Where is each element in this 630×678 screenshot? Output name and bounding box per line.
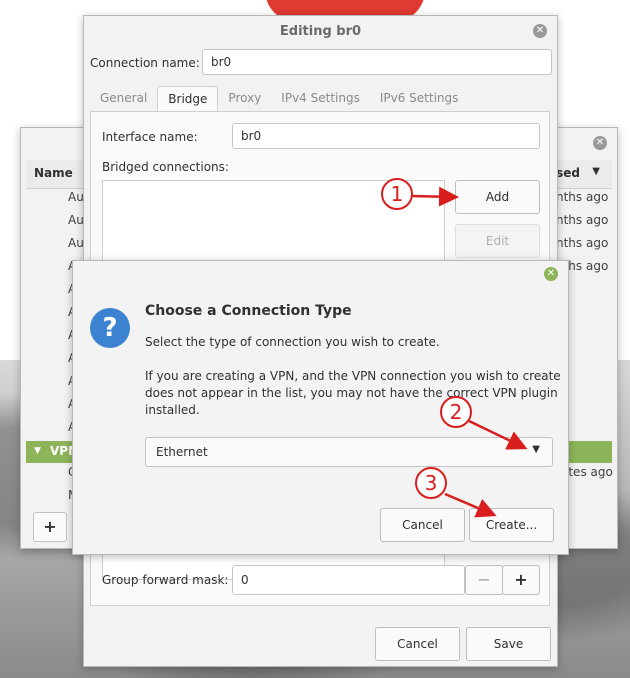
connection-name-label: Connection name: (90, 56, 200, 70)
tab-general[interactable]: General (90, 86, 157, 112)
add-button[interactable]: Add (455, 180, 540, 214)
tab-bridge[interactable]: Bridge (157, 86, 219, 112)
group-forward-mask-field[interactable]: 0 (232, 565, 465, 595)
interface-name-label: Interface name: (102, 130, 198, 144)
dialog-titlebar: ✕ (73, 261, 568, 287)
tab-ipv4-settings[interactable]: IPv4 Settings (271, 86, 370, 112)
list-item-name[interactable]: Au (68, 190, 84, 204)
annotation-number-1: 1 (381, 178, 413, 210)
list-item-used: nths ago (556, 236, 609, 250)
group-forward-mask-label: Group forward mask: (102, 573, 229, 587)
tab-bar: General Bridge Proxy IPv4 Settings IPv6 … (90, 86, 468, 112)
edit-window-titlebar: Editing br0 ✕ (84, 16, 557, 46)
expander-icon: ▼ (34, 446, 41, 456)
annotation-number-3: 3 (415, 467, 447, 499)
dropdown-arrow-icon[interactable]: ▼ (532, 444, 540, 455)
sort-arrow-icon: ▼ (592, 166, 600, 177)
close-icon[interactable]: ✕ (593, 136, 607, 150)
list-item-name[interactable]: Au (68, 236, 84, 250)
increment-button[interactable]: + (502, 565, 540, 595)
dialog-subtitle: Select the type of connection you wish t… (145, 335, 440, 349)
window-title: Editing br0 (279, 23, 362, 39)
connection-type-select[interactable]: Ethernet ▼ (145, 437, 553, 467)
close-icon[interactable]: ✕ (544, 267, 558, 281)
list-item-used: nths ago (556, 213, 609, 227)
close-icon[interactable]: ✕ (533, 24, 547, 38)
save-button[interactable]: Save (466, 627, 551, 661)
dialog-info-text: If you are creating a VPN, and the VPN c… (145, 368, 561, 419)
info-line: If you are creating a VPN, and the VPN c… (145, 369, 561, 383)
cancel-button[interactable]: Cancel (380, 508, 465, 542)
list-item-name[interactable]: Au (68, 213, 84, 227)
info-line: does not appear in the list, you may not… (145, 386, 558, 400)
question-icon: ? (90, 308, 130, 348)
interface-name-field[interactable]: br0 (232, 123, 540, 149)
cancel-button[interactable]: Cancel (375, 627, 460, 661)
dialog-title: Choose a Connection Type (145, 303, 352, 319)
selected-connection-type: Ethernet (156, 445, 208, 459)
annotation-number-2: 2 (440, 396, 472, 428)
list-item-used: nths ago (556, 190, 609, 204)
bridged-connections-label: Bridged connections: (102, 160, 229, 174)
tab-proxy[interactable]: Proxy (218, 86, 271, 112)
column-name-header[interactable]: Name (34, 166, 73, 180)
create-button[interactable]: Create... (469, 508, 554, 542)
decrement-button[interactable]: − (465, 565, 503, 595)
info-line: installed. (145, 403, 200, 417)
tab-ipv6-settings[interactable]: IPv6 Settings (370, 86, 469, 112)
choose-connection-type-dialog: ✕ ? Choose a Connection Type Select the … (72, 260, 569, 555)
connection-name-field[interactable]: br0 (202, 49, 552, 75)
edit-button[interactable]: Edit (455, 224, 540, 258)
add-connection-button[interactable]: + (33, 512, 67, 542)
